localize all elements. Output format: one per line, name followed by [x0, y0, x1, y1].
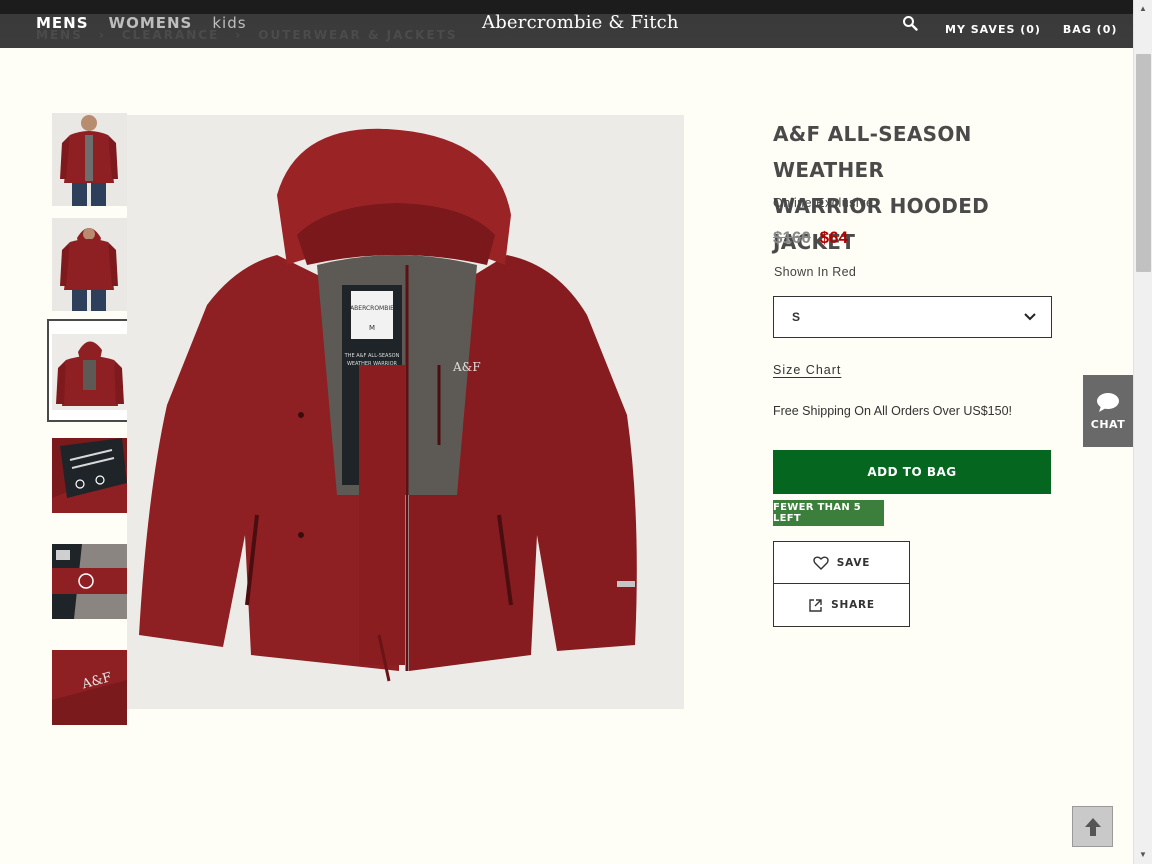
brand-logo[interactable]: Abercrombie & Fitch [482, 12, 679, 33]
my-saves-link[interactable]: MY SAVES (0) [945, 23, 1041, 36]
scroll-down-arrow-icon[interactable]: ▼ [1139, 850, 1147, 859]
online-exclusive-label: Online Exclusive [773, 196, 874, 210]
account-nav: MY SAVES (0) BAG (0) [945, 23, 1117, 36]
size-dropdown[interactable]: S [773, 296, 1052, 338]
chat-bubble-icon [1097, 392, 1119, 412]
add-to-bag-button[interactable]: ADD TO BAG [773, 450, 1051, 494]
save-button[interactable]: SAVE [773, 541, 910, 584]
size-chart-link[interactable]: Size Chart [773, 363, 841, 377]
collar-label-size: M [369, 324, 375, 332]
nav-mens-link[interactable]: MENS [36, 14, 89, 32]
top-nav-bar: MENS › CLEARANCE › OUTERWEAR & JACKETS M… [0, 0, 1133, 48]
chevron-down-icon [1024, 313, 1036, 321]
breadcrumb-item-outerwear[interactable]: OUTERWEAR & JACKETS [258, 28, 457, 42]
back-to-top-button[interactable] [1072, 806, 1113, 847]
share-icon [809, 598, 822, 612]
thumbnail-lining-detail[interactable] [52, 544, 127, 619]
chat-label: CHAT [1090, 417, 1126, 431]
page-scrollbar[interactable]: ▲ ▼ [1133, 0, 1152, 864]
size-selected-value: S [792, 310, 801, 324]
chest-logo: A&F [452, 360, 481, 374]
search-icon[interactable] [902, 15, 918, 31]
low-stock-badge: FEWER THAN 5 LEFT [773, 500, 884, 526]
heart-icon [813, 556, 829, 570]
shipping-notice: Free Shipping On All Orders Over US$150! [773, 404, 1013, 418]
sale-price: $64 [819, 228, 848, 247]
bag-link[interactable]: BAG (0) [1063, 23, 1117, 36]
save-button-label: SAVE [836, 556, 871, 569]
scroll-up-arrow-icon[interactable]: ▲ [1139, 4, 1147, 13]
thumbnail-model-hooded[interactable] [52, 218, 127, 311]
shown-in-color: Shown In Red [774, 265, 857, 279]
thumbnail-logo-detail[interactable]: A&F [52, 650, 127, 725]
nav-kids-link[interactable]: kids [212, 14, 246, 32]
arrow-up-icon [1084, 817, 1101, 836]
inner-tag-line1: THE A&F ALL-SEASON [344, 353, 400, 359]
nav-womens-link[interactable]: WOMENS [109, 14, 193, 32]
jacket-illustration: ABERCROMBIE M THE A&F ALL-SEASON WEATHER… [127, 115, 684, 709]
main-product-image[interactable]: ABERCROMBIE M THE A&F ALL-SEASON WEATHER… [127, 115, 684, 709]
thumbnail-label-detail[interactable] [52, 438, 127, 513]
original-price: $160 [773, 228, 811, 247]
price-block: $160 $64 [773, 228, 848, 248]
scroll-thumb[interactable] [1136, 54, 1151, 272]
thumbnail-model-front[interactable] [52, 113, 127, 206]
share-button[interactable]: SHARE [773, 584, 910, 627]
collar-label-brand: ABERCROMBIE [350, 305, 394, 312]
chat-tab[interactable]: CHAT [1083, 375, 1133, 447]
thumbnail-jacket-flat[interactable] [52, 326, 127, 419]
share-button-label: SHARE [831, 599, 875, 611]
gender-nav: MENS WOMENS kids [36, 14, 247, 32]
product-title-line1: A&F ALL-SEASON WEATHER [773, 122, 972, 182]
